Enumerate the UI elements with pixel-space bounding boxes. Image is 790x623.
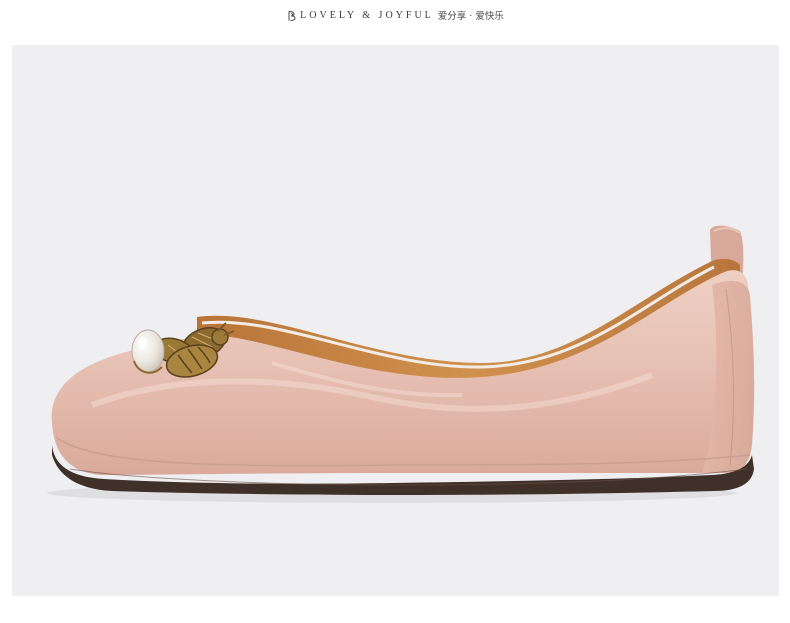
brand-header: LOVELY & JOYFUL 爱分享 · 爱快乐 xyxy=(0,0,790,30)
b-monogram-icon xyxy=(286,9,298,21)
brand-slogan-cn: 爱分享 · 爱快乐 xyxy=(437,11,504,22)
product-image-panel xyxy=(12,45,779,596)
pink-leather-flat-shoe-image xyxy=(47,225,755,503)
brand-name-en: LOVELY & JOYFUL xyxy=(300,9,434,21)
